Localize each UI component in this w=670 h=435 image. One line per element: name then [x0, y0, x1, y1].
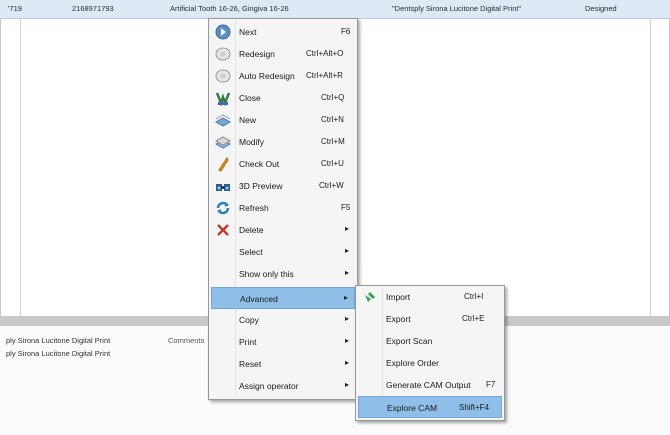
menu-item-show-only-this[interactable]: Show only this ▸ — [211, 263, 355, 285]
details-line-2: ply Sirona Lucitone Digital Print — [6, 349, 111, 358]
redesign-icon — [215, 46, 231, 62]
menu-item-check-out[interactable]: Check Out Ctrl+U — [211, 153, 355, 175]
context-menu: Next F6 Redesign Ctrl+Alt+O Auto Redesig… — [208, 18, 358, 400]
menu-item-modify[interactable]: Modify Ctrl+M — [211, 131, 355, 153]
menu-item-delete[interactable]: Delete ▸ — [211, 219, 355, 241]
submenu-item-generate-cam-output[interactable]: Generate CAM Output F7 — [358, 374, 502, 396]
row-number-cell: 2168971793 — [72, 4, 114, 13]
row-items-cell: Artificial Tooth 16-26, Gingiva 16-26 — [170, 4, 289, 13]
close-order-icon — [215, 90, 231, 107]
menu-item-assign-operator[interactable]: Assign operator ▸ — [211, 375, 355, 397]
row-status-cell: Designed — [585, 4, 617, 13]
submenu-arrow-icon: ▸ — [344, 380, 349, 389]
submenu-arrow-icon: ▸ — [344, 268, 349, 277]
menu-item-3d-preview[interactable]: 3D Preview Ctrl+W — [211, 175, 355, 197]
submenu-arrow-icon: ▸ — [344, 246, 349, 255]
submenu-item-explore-order[interactable]: Explore Order — [358, 352, 502, 374]
menu-item-close[interactable]: Close Ctrl+Q — [211, 87, 355, 109]
comments-label: Comments — [168, 336, 205, 345]
submenu-item-explore-cam[interactable]: Explore CAM Shift+F4 — [358, 396, 502, 418]
delete-icon — [215, 222, 231, 238]
submenu-item-export-scan[interactable]: Export Scan — [358, 330, 502, 352]
import-icon — [362, 289, 378, 305]
next-arrow-icon — [215, 24, 231, 40]
menu-item-copy[interactable]: Copy ▸ — [211, 309, 355, 331]
menu-item-print[interactable]: Print ▸ — [211, 331, 355, 353]
menu-item-next[interactable]: Next F6 — [211, 21, 355, 43]
left-divider — [20, 18, 21, 322]
table-row[interactable]: '719 2168971793 Artificial Tooth 16-26, … — [0, 0, 670, 19]
preview-3d-icon — [215, 178, 231, 194]
menu-item-redesign[interactable]: Redesign Ctrl+Alt+O — [211, 43, 355, 65]
new-icon — [214, 112, 232, 128]
row-id-cell: '719 — [8, 4, 22, 13]
submenu-item-export[interactable]: Export Ctrl+E — [358, 308, 502, 330]
refresh-icon — [215, 200, 231, 216]
submenu-arrow-icon: ▸ — [343, 293, 348, 302]
submenu-arrow-icon: ▸ — [344, 314, 349, 323]
menu-item-auto-redesign[interactable]: Auto Redesign Ctrl+Alt+R — [211, 65, 355, 87]
submenu-arrow-icon: ▸ — [344, 224, 349, 233]
modify-icon — [214, 134, 232, 150]
submenu-item-import[interactable]: Import Ctrl+I — [358, 286, 502, 308]
menu-item-refresh[interactable]: Refresh F5 — [211, 197, 355, 219]
menu-item-advanced[interactable]: Advanced ▸ — [211, 287, 355, 309]
row-material-cell: "Dentsply Sirona Lucitone Digital Print" — [392, 4, 522, 13]
submenu-arrow-icon: ▸ — [344, 336, 349, 345]
auto-redesign-icon — [215, 68, 231, 84]
menu-item-reset[interactable]: Reset ▸ — [211, 353, 355, 375]
submenu-arrow-icon: ▸ — [344, 358, 349, 367]
right-divider — [650, 18, 651, 322]
details-line-1: ply Sirona Lucitone Digital Print — [6, 336, 111, 345]
advanced-submenu: Import Ctrl+I Export Ctrl+E Export Scan … — [355, 285, 505, 421]
menu-item-select[interactable]: Select ▸ — [211, 241, 355, 263]
menu-item-new[interactable]: New Ctrl+N — [211, 109, 355, 131]
check-out-icon — [215, 156, 231, 172]
